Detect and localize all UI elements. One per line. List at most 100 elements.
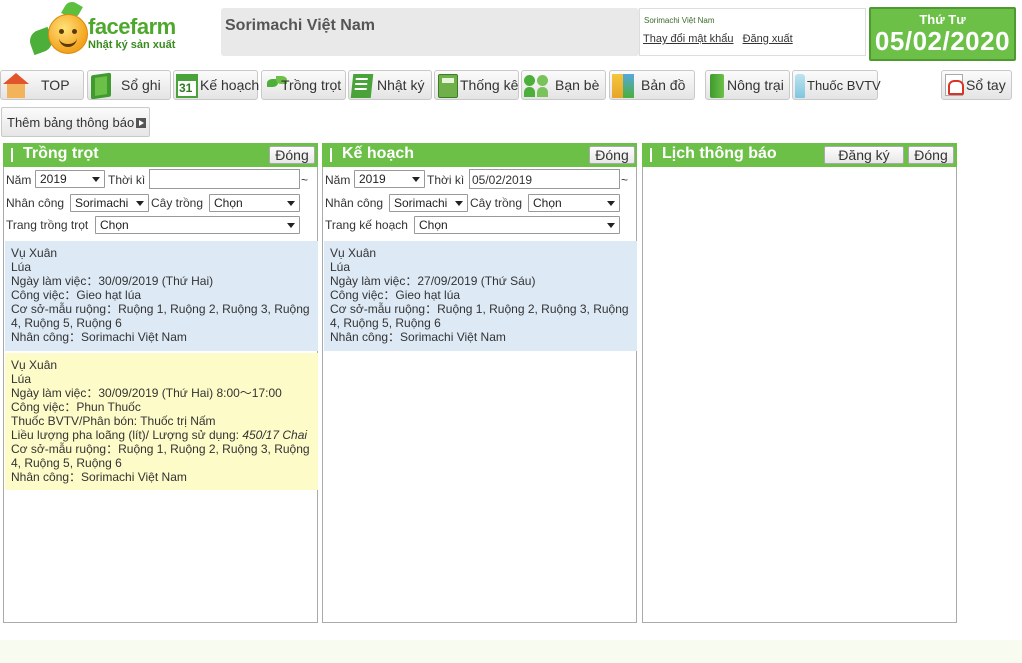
entry-worker: Nhân công：Sorimachi Việt Nam: [11, 330, 187, 344]
nav-so-ghi-label: Sổ ghi: [121, 77, 161, 93]
year-select[interactable]: 2019: [354, 170, 425, 188]
user-box: Sorimachi Việt Nam Thay đổi mật khẩu Đăn…: [639, 8, 866, 56]
panel-ke-hoach-title: Kế hoạch: [342, 145, 415, 162]
worker-select[interactable]: Sorimachi: [389, 194, 468, 212]
panel-lich-thong-bao: Lịch thông báo Đăng ký Đóng: [642, 143, 957, 623]
map-icon: [612, 74, 634, 98]
logout-link[interactable]: Đăng xuất: [743, 33, 793, 45]
entry-fields: Cơ sở-mẫu ruộng：Ruộng 1, Ruộng 2, Ruộng …: [330, 302, 629, 316]
year-select[interactable]: 2019: [35, 170, 105, 188]
user-name: Sorimachi Việt Nam: [644, 16, 715, 25]
page-select[interactable]: Chọn: [414, 216, 620, 234]
home-icon: [3, 73, 29, 99]
chevron-down-icon: [412, 177, 420, 182]
page-select[interactable]: Chọn: [95, 216, 300, 234]
entry-task: Công việc：Gieo hạt lúa: [330, 288, 461, 302]
friends-icon: [524, 75, 550, 97]
add-notice-board-button[interactable]: Thêm bảng thông báo: [1, 107, 150, 137]
entry-season: Vụ Xuân: [11, 246, 58, 260]
entry-fields: Cơ sở-mẫu ruộng：Ruộng 1, Ruộng 2, Ruộng …: [11, 442, 310, 456]
entry-season: Vụ Xuân: [330, 246, 377, 260]
crop-value: Chọn: [533, 196, 562, 210]
nav-nong-trai-button[interactable]: Nông trại: [705, 70, 790, 100]
register-button[interactable]: Đăng ký: [824, 146, 904, 164]
footer: [0, 640, 1022, 663]
entry-dosage-value: 450/17 Chai: [242, 428, 308, 442]
nav-so-ghi-button[interactable]: Sổ ghi: [87, 70, 171, 100]
panel-trong-trot: Trồng trọt Đóng Năm 2019 Thời kì ~ Nhân …: [3, 143, 318, 623]
nav-ke-hoach-label: Kế hoạch: [200, 77, 260, 93]
nav-top-button[interactable]: TOP: [0, 70, 84, 100]
farm-icon: [710, 74, 724, 98]
nav-ban-do-button[interactable]: Bản đồ: [609, 70, 695, 100]
entry-worker: Nhân công：Sorimachi Việt Nam: [11, 470, 187, 484]
panel-ke-hoach: Kế hoạch Đóng Năm 2019 Thời kì 05/02/201…: [322, 143, 637, 623]
entry-workday: Ngày làm việc：30/09/2019 (Thứ Hai) 8:00～…: [11, 386, 282, 400]
period-start-value: 05/02/2019: [472, 173, 533, 187]
entry-dosage: Liều lượng pha loãng (lít)/ Lượng sử dụn…: [11, 428, 312, 442]
chevron-down-icon: [455, 201, 463, 206]
panel-lich-thong-bao-title: Lịch thông báo: [662, 145, 777, 162]
header-bar-icon: [650, 148, 652, 162]
chevron-down-icon: [287, 201, 295, 206]
nav-ke-hoach-button[interactable]: Kế hoạch: [173, 70, 260, 100]
nav-trong-trot-button[interactable]: Trồng trọt: [261, 70, 346, 100]
user-links: Thay đổi mật khẩu Đăng xuất: [643, 33, 799, 45]
header-bar-icon: [11, 148, 13, 162]
page-value: Chọn: [419, 218, 448, 232]
crop-select[interactable]: Chọn: [209, 194, 300, 212]
main-nav: TOP Sổ ghi Kế hoạch Trồng trọt Nhật ký T…: [0, 70, 1022, 102]
company-banner: Sorimachi Việt Nam: [221, 8, 639, 56]
worker-select[interactable]: Sorimachi: [70, 194, 149, 212]
chevron-down-icon: [607, 223, 615, 228]
list-item[interactable]: Vụ Xuân Lúa Ngày làm việc：30/09/2019 (Th…: [5, 241, 318, 351]
close-label: Đóng: [275, 147, 309, 163]
add-notice-board-label: Thêm bảng thông báo: [7, 115, 135, 130]
crop-value: Chọn: [214, 196, 243, 210]
worker-value: Sorimachi: [394, 196, 448, 210]
nav-ban-be-button[interactable]: Bạn bè: [521, 70, 606, 100]
period-label: Thời kì: [427, 173, 465, 187]
period-start-input[interactable]: [149, 169, 300, 189]
nav-thuoc-bvtv-label: Thuốc BVTV: [807, 77, 881, 93]
close-label: Đóng: [914, 147, 948, 163]
entry-fields: Cơ sở-mẫu ruộng：Ruộng 1, Ruộng 2, Ruộng …: [11, 302, 310, 316]
worker-value: Sorimachi: [75, 196, 129, 210]
pdf-icon: [945, 74, 964, 96]
nav-thong-ke-button[interactable]: Thống kê: [434, 70, 519, 100]
pesticide-bottle-icon: [795, 74, 805, 98]
close-trong-trot-button[interactable]: Đóng: [269, 146, 315, 164]
nav-so-tay-button[interactable]: Sổ tay: [941, 70, 1012, 100]
header-bar-icon: [330, 148, 332, 162]
page-label: Trang trồng trọt: [6, 218, 89, 232]
entry-crop: Lúa: [11, 372, 32, 386]
list-item[interactable]: Vụ Xuân Lúa Ngày làm việc：27/09/2019 (Th…: [324, 241, 637, 351]
nav-nong-trai-label: Nông trại: [727, 77, 784, 93]
period-start-input[interactable]: 05/02/2019: [469, 169, 620, 189]
panel-ke-hoach-header: Kế hoạch Đóng: [322, 143, 637, 167]
facefarm-logo[interactable]: facefarm Nhật ký sản xuất: [26, 0, 176, 58]
nav-ban-be-label: Bạn bè: [555, 77, 600, 93]
smiley-face-icon: [48, 14, 88, 54]
nav-so-tay-label: Sổ tay: [966, 77, 1006, 93]
current-date: 05/02/2020: [874, 26, 1011, 56]
change-password-link[interactable]: Thay đổi mật khẩu: [643, 33, 734, 45]
close-lich-thong-bao-button[interactable]: Đóng: [908, 146, 954, 164]
crop-select[interactable]: Chọn: [528, 194, 620, 212]
current-date-box: Thứ Tư 05/02/2020: [869, 7, 1016, 61]
panel-trong-trot-header: Trồng trọt Đóng: [3, 143, 318, 167]
nav-trong-trot-label: Trồng trọt: [281, 77, 342, 93]
diary-icon: [350, 74, 374, 98]
crop-label: Cây trồng: [470, 196, 523, 210]
entry-fields-cont: 4, Ruộng 5, Ruộng 6: [11, 316, 122, 330]
entry-pesticide: Thuốc BVTV/Phân bón: Thuốc trị Nấm: [11, 414, 216, 428]
day-of-week: Thứ Tư: [919, 12, 966, 27]
close-ke-hoach-button[interactable]: Đóng: [589, 146, 635, 164]
notebook-icon: [91, 72, 111, 100]
list-item[interactable]: Vụ Xuân Lúa Ngày làm việc：30/09/2019 (Th…: [5, 353, 318, 490]
range-tilde: ~: [301, 173, 309, 187]
nav-nhat-ky-label: Nhật ký: [377, 77, 425, 93]
nav-thuoc-bvtv-button[interactable]: Thuốc BVTV: [792, 70, 881, 100]
page-label: Trang kế hoạch: [325, 218, 408, 232]
nav-nhat-ky-button[interactable]: Nhật ký: [348, 70, 432, 100]
